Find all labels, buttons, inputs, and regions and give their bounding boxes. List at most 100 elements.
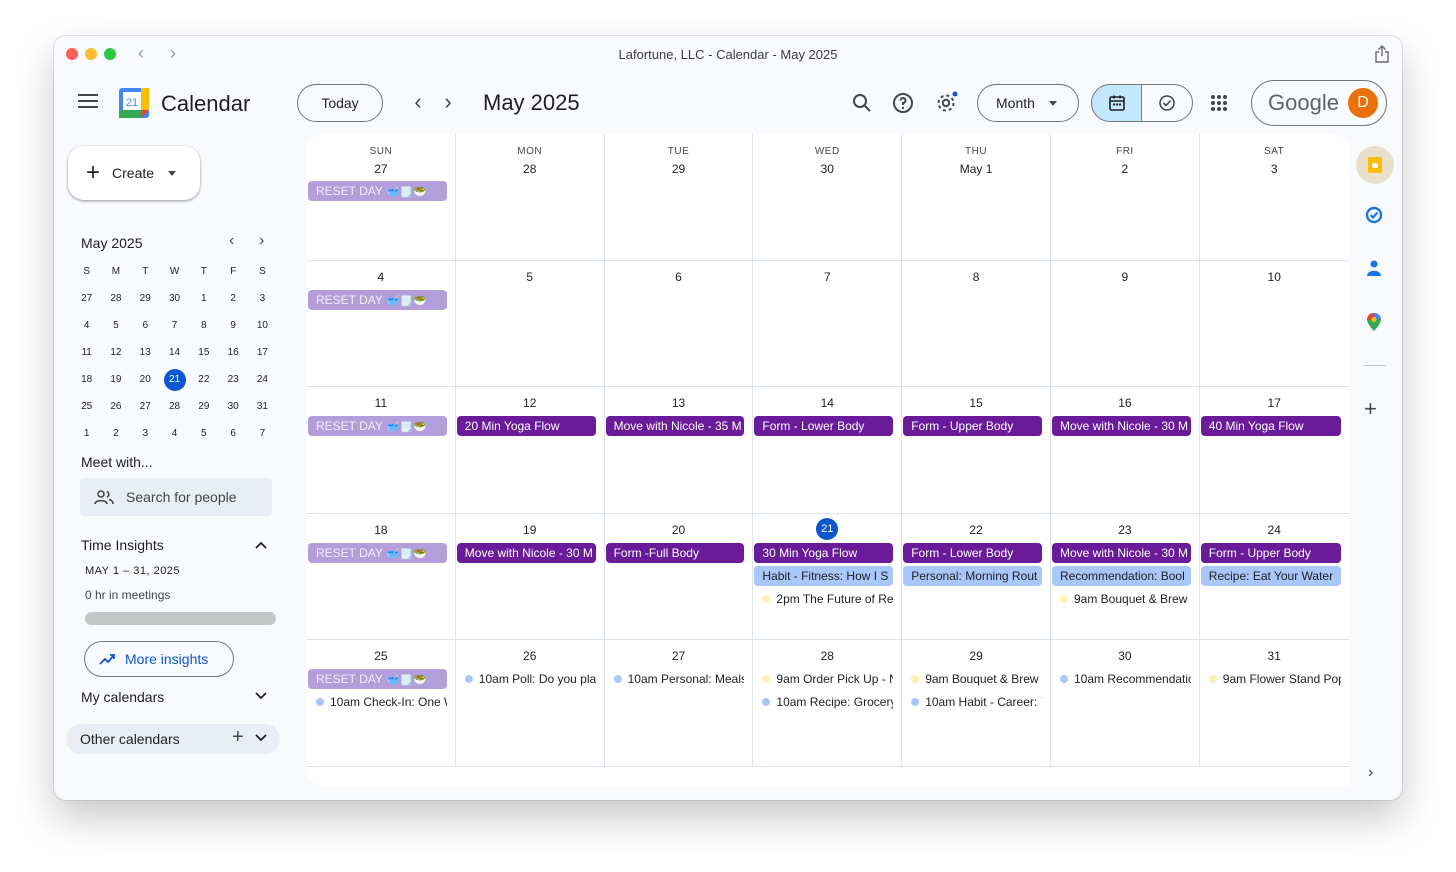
day-cell[interactable]: 31 9am Flower Stand Pop — [1199, 640, 1349, 767]
mini-day[interactable]: 3 — [131, 420, 160, 447]
calendar-view-toggle[interactable] — [1091, 84, 1142, 122]
mini-day[interactable]: 15 — [189, 339, 218, 366]
day-number[interactable]: 16 — [1051, 396, 1199, 410]
tasks-icon[interactable] — [1360, 201, 1388, 229]
mini-day[interactable]: 2 — [101, 420, 130, 447]
mini-day[interactable]: 28 — [160, 393, 189, 420]
mini-day[interactable]: 8 — [189, 312, 218, 339]
account-switcher[interactable]: Google D — [1251, 80, 1387, 126]
day-number[interactable]: 7 — [753, 270, 901, 284]
previous-period-button[interactable]: ‹ — [408, 91, 428, 115]
day-number[interactable]: 4 — [307, 270, 455, 284]
day-number[interactable]: 11 — [307, 396, 455, 410]
mini-day[interactable]: 26 — [101, 393, 130, 420]
day-number[interactable]: 15 — [902, 396, 1050, 410]
day-cell[interactable]: 24 Form - Upper Body Recipe: Eat Your Wate… — [1199, 514, 1349, 641]
day-cell[interactable]: 27 10am Personal: Meals — [604, 640, 754, 767]
mini-day[interactable]: 13 — [131, 339, 160, 366]
mini-day[interactable]: 10 — [248, 312, 277, 339]
all-day-event-chip[interactable]: Move with Nicole - 30 M — [1052, 542, 1191, 563]
day-cell[interactable]: 23 Move with Nicole - 30 M Recommendation:… — [1051, 513, 1200, 641]
more-insights-button[interactable]: More insights — [84, 641, 234, 677]
all-day-event-chip[interactable]: Move with Nicole - 30 M — [456, 542, 596, 563]
day-number[interactable]: 8 — [902, 270, 1050, 284]
day-number[interactable]: 18 — [307, 523, 455, 537]
all-day-event-chip[interactable]: Move with Nicole - 35 M — [605, 416, 745, 437]
day-number[interactable]: 27 — [307, 162, 455, 176]
day-cell[interactable]: 13 Move with Nicole - 35 M — [604, 387, 754, 514]
keep-icon[interactable] — [1356, 146, 1394, 184]
all-day-event-chip[interactable]: Personal: Morning Rout — [903, 565, 1042, 586]
day-cell[interactable]: 29 9am Bouquet & Brew 10am Habit - Career:… — [902, 640, 1051, 767]
day-cell[interactable]: 8 — [902, 260, 1051, 388]
day-number[interactable]: 29 — [605, 162, 753, 176]
day-number[interactable]: 24 — [1200, 523, 1349, 537]
day-cell[interactable]: 17 40 Min Yoga Flow — [1199, 387, 1349, 514]
day-cell[interactable]: 19 Move with Nicole - 30 M — [455, 513, 605, 641]
all-day-event-chip[interactable]: Form - Upper Body — [1200, 542, 1341, 563]
day-cell[interactable]: 7 — [753, 260, 903, 388]
mini-day[interactable]: 12 — [101, 339, 130, 366]
day-number[interactable]: 23 — [1051, 523, 1199, 537]
day-cell[interactable]: WED 30 — [753, 134, 903, 261]
mini-day[interactable]: 3 — [248, 285, 277, 312]
timed-event-chip[interactable]: 9am Bouquet & Brew — [1052, 589, 1191, 609]
day-cell[interactable]: 30 10am Recommendatic — [1051, 640, 1200, 767]
mini-day[interactable]: 22 — [189, 366, 218, 393]
day-cell[interactable]: 12 20 Min Yoga Flow — [455, 387, 605, 514]
day-number[interactable]: May 1 — [902, 162, 1050, 176]
mini-day[interactable]: 9 — [218, 312, 247, 339]
mini-day[interactable]: 14 — [160, 339, 189, 366]
day-cell[interactable]: 15 Form - Upper Body — [902, 387, 1051, 514]
day-cell[interactable]: 9 — [1051, 260, 1200, 388]
mini-day[interactable]: 7 — [248, 420, 277, 447]
tasks-view-toggle[interactable] — [1142, 84, 1193, 122]
day-cell[interactable]: 25 RESET DAY 🥣🗒️🥗 10am Check-In: One W — [307, 640, 456, 767]
add-calendar-icon[interactable]: + — [232, 726, 244, 749]
day-number[interactable]: 14 — [753, 396, 901, 410]
calendar-logo[interactable]: 21 — [119, 88, 149, 118]
mini-day[interactable]: 18 — [72, 366, 101, 393]
day-cell[interactable]: 4 RESET DAY 🥣🗒️🥗 — [307, 260, 456, 388]
timed-event-chip[interactable]: 9am Order Pick Up - N — [754, 669, 893, 689]
day-number[interactable]: 5 — [456, 270, 604, 284]
mini-day[interactable]: 11 — [72, 339, 101, 366]
mini-day[interactable]: 4 — [160, 420, 189, 447]
timed-event-chip[interactable]: 10am Personal: Meals — [606, 669, 744, 689]
day-number[interactable]: 25 — [307, 649, 455, 663]
search-people-input[interactable]: Search for people — [80, 478, 272, 516]
day-cell[interactable]: FRI 2 — [1051, 134, 1200, 261]
mini-calendar-prev-icon[interactable]: ‹ — [229, 232, 234, 250]
mini-day-today[interactable]: 21 — [160, 366, 189, 393]
next-period-button[interactable]: › — [438, 91, 458, 115]
mini-day[interactable]: 29 — [131, 285, 160, 312]
day-number-today[interactable]: 21 — [753, 517, 901, 540]
all-day-event-chip[interactable]: Habit - Fitness: How I S — [754, 565, 894, 586]
all-day-event-chip[interactable]: Recommendation: Bool — [1052, 565, 1191, 586]
day-cell[interactable]: 16 Move with Nicole - 30 M — [1051, 387, 1200, 514]
my-calendars-heading[interactable]: My calendars — [81, 689, 164, 705]
timed-event-chip[interactable]: 9am Flower Stand Pop — [1201, 669, 1341, 689]
mini-day[interactable]: 30 — [218, 393, 247, 420]
mini-day[interactable]: 6 — [131, 312, 160, 339]
day-cell[interactable]: 5 — [455, 260, 605, 388]
mini-day[interactable]: 31 — [248, 393, 277, 420]
mini-day[interactable]: 28 — [101, 285, 130, 312]
other-calendars-row[interactable]: Other calendars + — [66, 724, 280, 754]
expand-panel-icon[interactable]: › — [1368, 764, 1373, 782]
day-number[interactable]: 19 — [456, 523, 604, 537]
day-cell[interactable]: 21 30 Min Yoga Flow Habit - Fitness: How I… — [753, 513, 903, 641]
day-number[interactable]: 17 — [1200, 396, 1349, 410]
day-number[interactable]: 29 — [902, 649, 1050, 663]
all-day-event-chip[interactable]: Move with Nicole - 30 M — [1052, 416, 1191, 437]
timed-event-chip[interactable]: 10am Check-In: One W — [308, 692, 447, 712]
mini-day[interactable]: 6 — [218, 420, 247, 447]
chevron-down-icon[interactable] — [254, 730, 268, 744]
all-day-event-chip[interactable]: RESET DAY 🥣🗒️🥗 — [308, 181, 447, 201]
day-cell[interactable]: 28 9am Order Pick Up - N 10am Recipe: Groc… — [753, 640, 903, 767]
day-cell[interactable]: 20 Form -Full Body — [604, 513, 754, 641]
maps-icon[interactable] — [1360, 308, 1388, 336]
day-cell[interactable]: 26 10am Poll: Do you plar — [455, 640, 605, 767]
all-day-event-chip[interactable]: 40 Min Yoga Flow — [1200, 416, 1341, 437]
timed-event-chip[interactable]: 10am Recipe: Grocery — [754, 692, 893, 712]
